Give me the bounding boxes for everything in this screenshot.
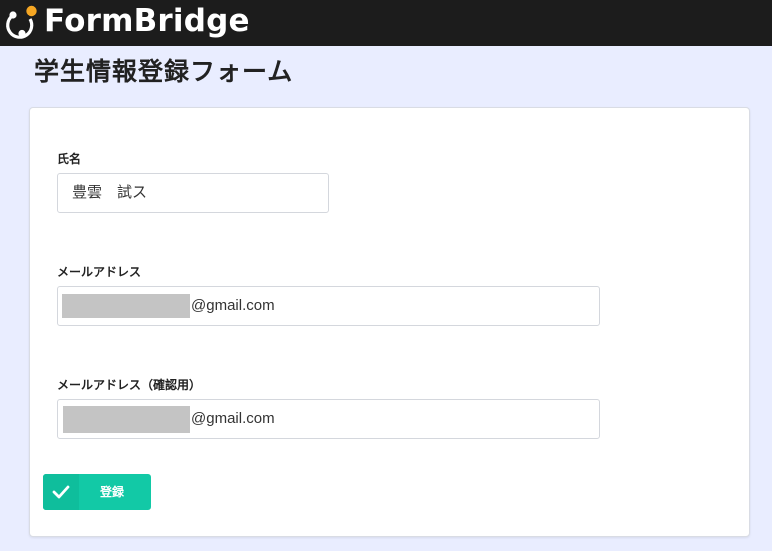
email-label: メールアドレス — [57, 265, 142, 279]
name-value: 豊雲 試ス — [72, 184, 148, 201]
name-label: 氏名 — [57, 152, 82, 166]
brand-name: FormBridge — [44, 3, 250, 39]
email-confirm-label: メールアドレス（確認用） — [57, 378, 202, 392]
email-field[interactable]: @gmail.com — [57, 286, 600, 326]
register-button[interactable]: 登録 — [43, 474, 151, 510]
check-icon-box — [43, 474, 79, 510]
page-title: 学生情報登録フォーム — [34, 57, 294, 86]
register-button-label: 登録 — [100, 485, 125, 499]
redacted-email-confirm-prefix — [63, 406, 190, 433]
top-bar: FormBridge — [0, 0, 772, 46]
redacted-email-prefix — [62, 294, 190, 318]
email-confirm-value: @gmail.com — [191, 410, 275, 427]
email-confirm-field[interactable]: @gmail.com — [57, 399, 600, 439]
formbridge-logo-icon — [6, 5, 37, 39]
name-field[interactable]: 豊雲 試ス — [57, 173, 329, 213]
check-icon — [52, 485, 70, 499]
email-value: @gmail.com — [191, 297, 275, 314]
